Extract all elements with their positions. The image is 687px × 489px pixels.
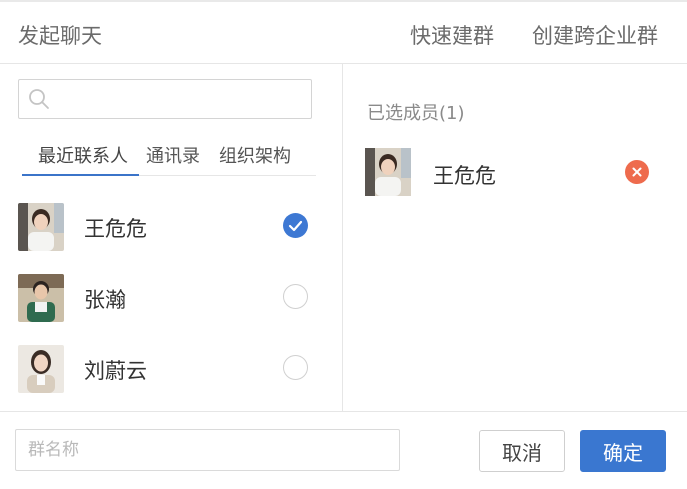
avatar — [18, 203, 64, 251]
contact-row[interactable]: 刘蔚云 — [0, 339, 343, 399]
avatar — [365, 148, 411, 196]
avatar — [18, 274, 64, 322]
search-box[interactable] — [18, 79, 312, 119]
contact-row[interactable]: 王危危 — [0, 197, 343, 257]
cross-org-group-link[interactable]: 创建跨企业群 — [532, 20, 658, 50]
selected-member-name: 王危危 — [433, 164, 496, 188]
avatar — [18, 345, 64, 393]
selected-members-panel: 已选成员(1) 王危危 — [344, 64, 687, 411]
confirm-button[interactable]: 确定 — [580, 430, 666, 472]
tab-address-book[interactable]: 通讯录 — [146, 142, 200, 168]
dialog-footer: 取消 确定 — [0, 411, 687, 489]
contact-checkbox-checked[interactable] — [283, 213, 308, 238]
contact-row[interactable]: 张瀚 — [0, 268, 343, 328]
contact-name: 张瀚 — [84, 288, 126, 312]
search-icon — [29, 89, 49, 109]
contact-checkbox-unchecked[interactable] — [283, 284, 308, 309]
contact-name: 刘蔚云 — [84, 359, 147, 383]
remove-member-button[interactable] — [625, 160, 649, 184]
group-name-input[interactable] — [15, 429, 400, 471]
quick-group-link[interactable]: 快速建群 — [410, 20, 494, 50]
check-icon — [288, 220, 303, 232]
dialog-title: 发起聊天 — [18, 24, 102, 48]
tab-org-structure[interactable]: 组织架构 — [219, 142, 291, 168]
close-icon — [632, 167, 642, 177]
dialog-header: 发起聊天 快速建群 创建跨企业群 — [0, 0, 687, 64]
selected-members-title: 已选成员(1) — [367, 103, 465, 124]
cancel-button[interactable]: 取消 — [479, 430, 565, 472]
active-tab-indicator — [22, 174, 139, 176]
contact-checkbox-unchecked[interactable] — [283, 355, 308, 380]
selected-member-item: 王危危 — [344, 144, 687, 200]
contact-picker-panel: 最近联系人 通讯录 组织架构 王危危 张瀚 刘蔚云 — [0, 64, 343, 411]
tab-recent-contacts[interactable]: 最近联系人 — [38, 142, 128, 168]
contact-name: 王危危 — [84, 217, 147, 241]
contact-tabs: 最近联系人 通讯录 组织架构 — [22, 136, 316, 176]
